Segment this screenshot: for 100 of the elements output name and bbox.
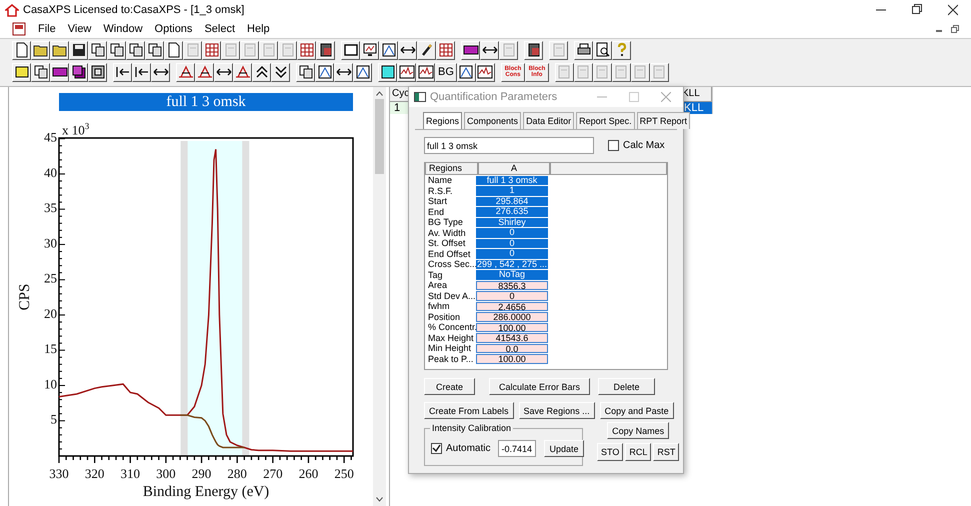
tick-label: 15 [44,341,57,356]
button[interactable]: Calculate Error Bars [489,378,590,395]
pages-icon[interactable] [108,42,124,58]
row-label: Name [427,175,454,186]
menu-item[interactable]: Select [204,23,236,35]
row-label: Max Height [427,332,475,343]
button[interactable]: Save Regions ... [518,402,595,419]
spectrum-icon[interactable] [398,64,414,80]
monitor-icon[interactable] [362,42,378,58]
row-label: % Concentr. [427,322,476,332]
magnifier-icon[interactable] [594,42,610,58]
clipboard-icon[interactable] [526,42,542,58]
menu-item[interactable]: View [68,23,92,35]
peak-icon[interactable] [234,64,250,80]
grid-icon[interactable] [204,42,220,58]
grid-cell[interactable]: 276.635 [476,207,548,216]
pages-icon[interactable] [90,42,106,58]
grid-cell[interactable]: 2.4656 [476,302,548,311]
row-label: fwhm [427,301,451,312]
tab[interactable]: Report Spec. [576,112,635,129]
grid-cell[interactable]: 41543.6 [476,333,548,342]
button[interactable]: RST [653,443,680,461]
square-icon[interactable] [342,42,358,58]
floppy-icon[interactable] [70,42,86,58]
bar-arrow-icon[interactable] [114,64,130,80]
button[interactable]: Create [424,378,475,395]
checkbox[interactable] [431,443,442,454]
grid-cell[interactable]: 286.0000 [476,312,548,322]
restore-icon[interactable] [912,4,922,16]
grid-cell[interactable]: full 1 3 omsk [476,176,548,185]
chevron-up-icon[interactable] [254,64,270,80]
square-icon[interactable] [380,64,396,80]
chevron-down-icon[interactable] [272,64,288,80]
pages-icon[interactable] [298,64,314,80]
tick-label: 310 [120,466,140,481]
menu-item[interactable]: Options [154,23,192,35]
row-label: End Offset [427,248,472,259]
tab[interactable]: Data Editor [523,112,574,129]
spectrum-icon[interactable] [477,64,494,80]
tick-label: 40 [44,164,57,180]
chart-title: full 1 3 omsk [59,93,353,111]
square-icon[interactable] [14,64,30,80]
toolbar-button[interactable]: BG [435,62,457,82]
close-icon[interactable] [948,4,958,16]
square-icon[interactable] [90,64,106,80]
group-title: Intensity Calibration [430,423,514,433]
grid-cell[interactable]: 8356.3 [476,280,548,290]
value-field[interactable]: -0.7414 [498,440,536,457]
checkbox[interactable] [608,140,619,151]
chart-icon[interactable] [458,64,474,80]
y-axis-label: CPS [17,284,33,310]
scrollbar[interactable] [373,87,386,506]
grid-cell[interactable]: NoTag [476,270,548,280]
chart-icon[interactable] [316,64,332,80]
grid-icon[interactable] [298,42,314,58]
grid-cell[interactable]: 295.864 [476,196,548,206]
button[interactable]: Delete [598,378,655,395]
tab[interactable]: RPT Report [636,112,690,129]
grid-cell[interactable]: 100.00 [476,322,548,332]
restore-icon[interactable] [951,25,959,33]
chart-icon[interactable] [380,42,396,58]
scroll-thumb[interactable] [375,99,384,174]
menu-item[interactable]: File [38,23,56,35]
pages-icon[interactable] [32,64,48,80]
button[interactable]: Update [544,440,584,457]
grid-cell[interactable]: 0 [476,291,548,300]
grid-icon[interactable] [438,42,454,58]
grid-cell[interactable]: 100.00 [476,354,548,364]
row-label: Cross Sec... [427,259,476,270]
pages-icon[interactable] [146,42,162,58]
grid-cell[interactable]: 0.0 [476,344,548,353]
name-field[interactable]: full 1 3 omsk [424,137,594,154]
bar-arrow-icon[interactable] [134,64,150,80]
button[interactable]: STO [597,443,624,461]
grid-cell[interactable]: 1 [476,186,548,196]
grid-cell[interactable]: 299 , 542 , 275 ... [476,260,548,269]
pages-icon[interactable] [128,42,144,58]
row-label: Position [427,312,462,322]
chart-icon[interactable] [354,64,370,80]
grid-cell[interactable]: 0 [476,249,548,258]
button[interactable]: Create From Labels [424,402,514,419]
button[interactable]: Copy and Paste [600,402,674,419]
peak-icon[interactable] [196,64,212,80]
document-icon[interactable] [166,42,182,58]
row-label: End [427,206,446,217]
menu-item[interactable]: Help [247,23,270,35]
square-icon[interactable] [70,64,86,80]
button[interactable]: Copy Names [607,422,670,439]
grid-cell[interactable]: Shirley [476,218,548,227]
document-icon[interactable] [14,42,30,58]
menu-item[interactable]: Window [103,23,143,35]
tick-label: 45 [44,130,57,145]
grid-cell[interactable]: 0 [476,228,548,238]
grid-cell[interactable]: 0 [476,238,548,248]
button[interactable]: RCL [625,443,652,461]
clipboard-icon[interactable] [318,42,334,58]
tab[interactable]: Regions [423,112,462,129]
spectrum-icon[interactable] [418,64,434,80]
tab[interactable]: Components [464,112,522,129]
peak-icon[interactable] [178,64,194,80]
